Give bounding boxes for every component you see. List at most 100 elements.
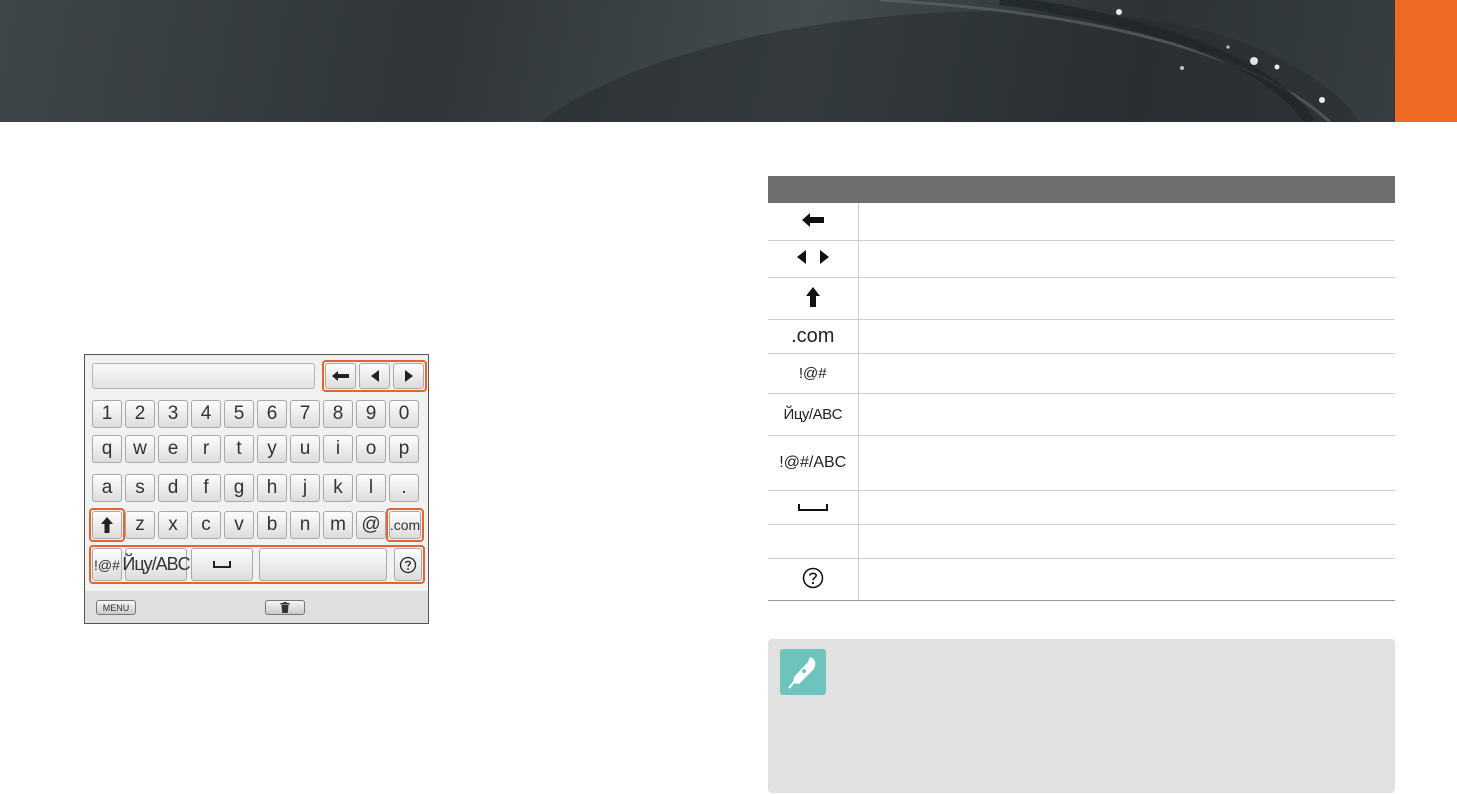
key[interactable]: d bbox=[158, 474, 188, 502]
table-cell-description bbox=[858, 319, 1395, 354]
arrow-left-icon bbox=[370, 370, 379, 382]
table-cell-description bbox=[858, 393, 1395, 436]
key[interactable]: h bbox=[257, 474, 287, 502]
text-input-field[interactable] bbox=[92, 363, 315, 389]
table-cell-description bbox=[858, 435, 1395, 491]
pen-note-icon bbox=[780, 649, 826, 695]
table-cell-description bbox=[858, 277, 1395, 320]
backspace-icon bbox=[801, 212, 824, 227]
table-cell-icon bbox=[768, 490, 859, 525]
table-cell-description bbox=[858, 490, 1395, 525]
key[interactable]: l bbox=[356, 474, 386, 502]
key[interactable]: a bbox=[92, 474, 122, 502]
trash-icon bbox=[280, 602, 290, 613]
table-cell-description bbox=[858, 558, 1395, 601]
key[interactable]: z bbox=[125, 511, 155, 539]
table-row bbox=[768, 558, 1395, 601]
shift-up-icon bbox=[805, 286, 820, 307]
key[interactable]: 5 bbox=[224, 400, 254, 428]
menu-button[interactable]: MENU bbox=[96, 600, 136, 615]
key[interactable]: x bbox=[158, 511, 188, 539]
key[interactable]: w bbox=[125, 435, 155, 463]
table-cell-description bbox=[858, 240, 1395, 278]
key[interactable]: 6 bbox=[257, 400, 287, 428]
cursor-right-key[interactable] bbox=[393, 363, 424, 389]
table-row bbox=[768, 524, 1395, 559]
key[interactable]: 7 bbox=[290, 400, 320, 428]
table-row: !@# bbox=[768, 353, 1395, 394]
key[interactable]: p bbox=[389, 435, 419, 463]
space-icon bbox=[213, 560, 231, 568]
table-cell-icon bbox=[768, 240, 859, 278]
backspace-icon bbox=[331, 371, 349, 381]
arrow-right-icon bbox=[404, 370, 413, 382]
language-key[interactable]: Йцу/ABC bbox=[122, 548, 191, 581]
cursor-left-key[interactable] bbox=[359, 363, 390, 389]
help-key[interactable] bbox=[394, 548, 422, 581]
help-icon bbox=[399, 556, 417, 573]
dotcom-key[interactable]: .com bbox=[389, 511, 421, 539]
backspace-key[interactable] bbox=[325, 363, 356, 389]
key[interactable]: u bbox=[290, 435, 320, 463]
table-cell-description bbox=[858, 524, 1395, 559]
table-header-description bbox=[858, 176, 1395, 203]
table-cell-icon: Йцу/ABC bbox=[768, 393, 859, 436]
key[interactable]: q bbox=[92, 435, 122, 463]
key[interactable]: s bbox=[125, 474, 155, 502]
key[interactable]: 1 bbox=[92, 400, 122, 428]
key[interactable]: 8 bbox=[323, 400, 353, 428]
key[interactable]: o bbox=[356, 435, 386, 463]
table-row bbox=[768, 277, 1395, 320]
banner-lens-art bbox=[540, 0, 1360, 122]
key[interactable]: n bbox=[290, 511, 320, 539]
key[interactable]: . bbox=[389, 474, 419, 502]
table-cell-icon: !@#/ABC bbox=[768, 435, 859, 491]
key[interactable]: 0 bbox=[389, 400, 419, 428]
space-key[interactable] bbox=[191, 548, 253, 581]
shift-up-icon bbox=[101, 517, 113, 533]
delete-button[interactable] bbox=[265, 600, 305, 615]
key[interactable]: m bbox=[323, 511, 353, 539]
key[interactable]: 2 bbox=[125, 400, 155, 428]
chapter-tab bbox=[1395, 0, 1457, 122]
table-cell-icon bbox=[768, 558, 859, 601]
shift-key[interactable] bbox=[92, 511, 122, 539]
key[interactable]: i bbox=[323, 435, 353, 463]
arrows-left-right-icon bbox=[796, 250, 829, 264]
table-header-row bbox=[768, 176, 1395, 203]
key[interactable]: b bbox=[257, 511, 287, 539]
blank-wide-key[interactable] bbox=[259, 548, 387, 581]
key[interactable]: k bbox=[323, 474, 353, 502]
key[interactable]: 9 bbox=[356, 400, 386, 428]
table-header-icon bbox=[768, 176, 858, 203]
key[interactable]: t bbox=[224, 435, 254, 463]
key[interactable]: j bbox=[290, 474, 320, 502]
key[interactable]: c bbox=[191, 511, 221, 539]
table-row: Йцу/ABC bbox=[768, 393, 1395, 436]
key[interactable]: f bbox=[191, 474, 221, 502]
table-row bbox=[768, 203, 1395, 241]
table-cell-icon bbox=[768, 277, 859, 320]
key[interactable]: e bbox=[158, 435, 188, 463]
icon-description-table: .com !@# Йцу/ABC !@#/ABC bbox=[768, 176, 1395, 601]
keyboard-screen: 1 2 3 4 5 6 7 8 9 0 q w e r t y u i o p … bbox=[84, 354, 429, 624]
table-row: .com bbox=[768, 319, 1395, 354]
key[interactable]: v bbox=[224, 511, 254, 539]
table-cell-description bbox=[858, 203, 1395, 241]
table-cell-icon: .com bbox=[768, 319, 859, 354]
table-row bbox=[768, 240, 1395, 278]
key[interactable]: 3 bbox=[158, 400, 188, 428]
table-cell-icon bbox=[768, 524, 859, 559]
note-box bbox=[768, 639, 1395, 793]
key[interactable]: r bbox=[191, 435, 221, 463]
screen-bottom-bar: MENU bbox=[85, 591, 428, 623]
header-banner bbox=[0, 0, 1457, 122]
table-cell-icon bbox=[768, 203, 859, 241]
table-row bbox=[768, 490, 1395, 525]
key[interactable]: g bbox=[224, 474, 254, 502]
key[interactable]: 4 bbox=[191, 400, 221, 428]
symbols-key[interactable]: !@# bbox=[92, 548, 122, 581]
key[interactable]: y bbox=[257, 435, 287, 463]
table-cell-icon: !@# bbox=[768, 353, 859, 394]
key[interactable]: @ bbox=[356, 511, 386, 539]
